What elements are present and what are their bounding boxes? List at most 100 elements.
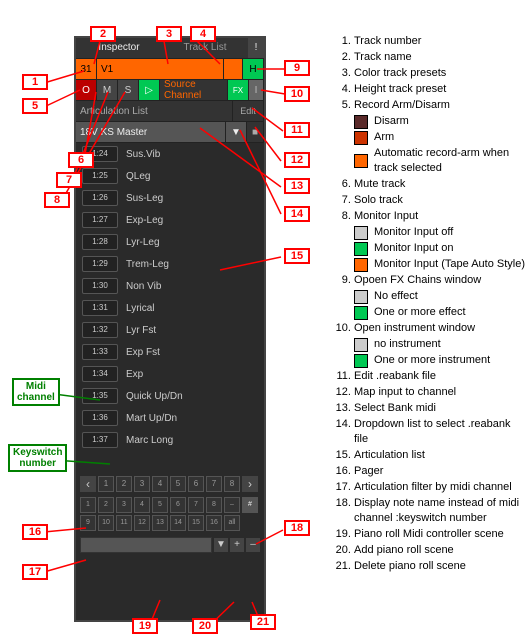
scene-add-button[interactable]: + (230, 538, 244, 552)
list-item[interactable]: 1:25QLeg (76, 165, 264, 187)
legend-sub-text: Arm (374, 130, 394, 145)
mute-button[interactable]: M (97, 80, 118, 100)
note-name-toggle[interactable]: # (242, 497, 258, 513)
list-item[interactable]: 1:28 Lyr-Leg (76, 231, 264, 253)
height-preset[interactable]: H (243, 59, 264, 79)
legend-item: Add piano roll scene (354, 543, 526, 558)
filter-ch[interactable]: 11 (116, 515, 132, 531)
keyswitch-badge: 1:35 (82, 388, 118, 404)
filter-ch[interactable]: 12 (134, 515, 150, 531)
pager-page[interactable]: 7 (206, 476, 222, 492)
list-item[interactable]: 1:24Sus.Vib (76, 143, 264, 165)
filter-ch[interactable]: 3 (116, 497, 132, 513)
legend-sub: No effect (354, 289, 526, 304)
filter-ch[interactable]: 13 (152, 515, 168, 531)
legend: Track numberTrack nameColor track preset… (332, 34, 526, 575)
tab-excl[interactable]: ! (248, 38, 264, 58)
pager-page[interactable]: 1 (98, 476, 114, 492)
legend-item: Color track presets (354, 66, 526, 81)
instrument-button[interactable]: I (249, 80, 264, 100)
list-item[interactable]: 1:30Non Vib (76, 275, 264, 297)
color-preset[interactable] (224, 59, 243, 79)
fx-button[interactable]: FX (228, 80, 249, 100)
legend-item: Delete piano roll scene (354, 559, 526, 574)
articulation-name: Lyrical (126, 303, 155, 314)
color-swatch (354, 290, 368, 304)
map-input-button[interactable]: ■ (247, 122, 264, 142)
color-swatch (354, 258, 368, 272)
list-item[interactable]: 1:35Quick Up/Dn (76, 385, 264, 407)
legend-item: Open instrument windowno instrumentOne o… (354, 321, 526, 368)
tab-inspector[interactable]: Inspector (76, 38, 162, 58)
filter-ch[interactable]: 4 (134, 497, 150, 513)
legend-item: Piano roll Midi controller scene (354, 527, 526, 542)
list-item[interactable]: 1:31Lyrical (76, 297, 264, 319)
articulation-name: Exp-Leg (126, 215, 163, 226)
legend-item: Pager (354, 464, 526, 479)
list-item[interactable]: 1:32Lyr Fst (76, 319, 264, 341)
record-arm-button[interactable]: O (76, 80, 97, 100)
list-item[interactable]: 1:34Exp (76, 363, 264, 385)
list-item[interactable]: 1:36Mart Up/Dn (76, 407, 264, 429)
legend-sub-text: Disarm (374, 114, 409, 129)
bank-select[interactable]: 18V KS Master (76, 122, 226, 142)
callout-16: 16 (22, 524, 48, 540)
filter-ch[interactable]: 14 (170, 515, 186, 531)
piano-roll-scene[interactable] (80, 537, 212, 553)
track-name[interactable]: V1 (97, 59, 224, 79)
pager-pages: 12345678 (98, 476, 240, 492)
pager-page[interactable]: 5 (170, 476, 186, 492)
filter-ch[interactable]: 2 (98, 497, 114, 513)
scene-dropdown-icon[interactable]: ▼ (214, 538, 228, 552)
filter-ch[interactable]: 1 (80, 497, 96, 513)
filter-ch[interactable]: 9 (80, 515, 96, 531)
filter-dash[interactable]: – (224, 497, 240, 513)
filter-ch[interactable]: 5 (152, 497, 168, 513)
filter-ch[interactable]: 8 (206, 497, 222, 513)
callout-9: 9 (284, 60, 310, 76)
solo-button[interactable]: S (118, 80, 139, 100)
source-channel[interactable]: Source Channel (160, 80, 228, 100)
filter-ch[interactable]: 15 (188, 515, 204, 531)
articulation-name: Exp Fst (126, 347, 160, 358)
pager-page[interactable]: 3 (134, 476, 150, 492)
filter-ch[interactable]: 7 (188, 497, 204, 513)
filter-ch[interactable]: 16 (206, 515, 222, 531)
filter-ch[interactable]: 6 (170, 497, 186, 513)
legend-item: Height track preset (354, 82, 526, 97)
list-item[interactable]: 1:26Sus-Leg (76, 187, 264, 209)
pager-page[interactable]: 6 (188, 476, 204, 492)
keyswitch-badge: 1:30 (82, 278, 118, 294)
callout-18: 18 (284, 520, 310, 536)
bank-row: 18V KS Master ▼ ■ (76, 122, 264, 143)
color-swatch (354, 154, 368, 168)
color-swatch (354, 226, 368, 240)
pager-next-button[interactable]: › (242, 476, 258, 492)
scene-delete-button[interactable]: – (246, 538, 260, 552)
legend-item: Monitor InputMonitor Input offMonitor In… (354, 209, 526, 272)
pager-page[interactable]: 4 (152, 476, 168, 492)
callout-19: 19 (132, 618, 158, 634)
filter-ch[interactable]: all (224, 515, 240, 531)
track-number: 31 (76, 59, 97, 79)
articulation-name: Lyr-Leg (126, 237, 160, 248)
articulation-list: 1:24Sus.Vib1:25QLeg1:26Sus-Leg 1:27 Exp-Le… (76, 143, 264, 473)
legend-sub: no instrument (354, 337, 526, 352)
callout-midi-channel: Midi channel (12, 378, 60, 406)
scene-row: ▼ + – (76, 535, 264, 555)
monitor-input-button[interactable]: ▷ (139, 80, 160, 100)
list-item[interactable]: 1:29Trem-Leg (76, 253, 264, 275)
filter-ch[interactable]: 10 (98, 515, 114, 531)
bank-dropdown-icon[interactable]: ▼ (226, 122, 247, 142)
keyswitch-badge: 1:28 (82, 234, 118, 250)
pager-prev-button[interactable]: ‹ (80, 476, 96, 492)
list-item[interactable]: 1:27 Exp-Leg (76, 209, 264, 231)
keyswitch-badge: 1:27 (82, 212, 118, 228)
legend-item: Opoen FX Chains windowNo effectOne or mo… (354, 273, 526, 320)
pager-page[interactable]: 8 (224, 476, 240, 492)
color-swatch (354, 306, 368, 320)
pager-page[interactable]: 2 (116, 476, 132, 492)
list-item[interactable]: 1:33Exp Fst (76, 341, 264, 363)
list-item[interactable]: 1:37Marc Long (76, 429, 264, 451)
edit-reabank-button[interactable]: Edit (233, 101, 264, 121)
